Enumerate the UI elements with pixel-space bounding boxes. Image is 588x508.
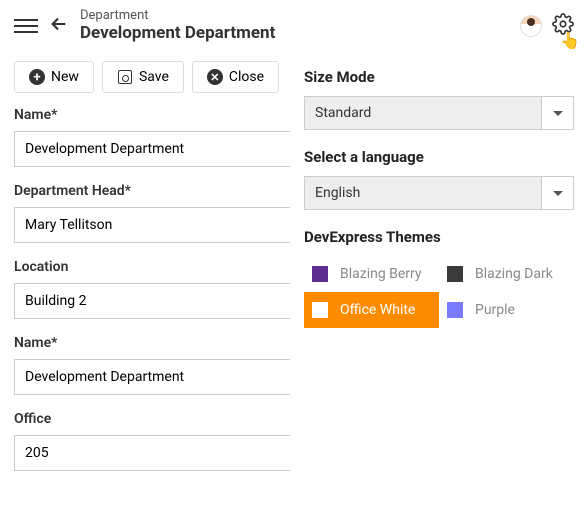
size-mode-value[interactable]: Standard bbox=[304, 96, 542, 130]
theme-office-white[interactable]: Office White bbox=[304, 292, 439, 328]
menu-button[interactable] bbox=[14, 14, 38, 38]
close-icon: ✕ bbox=[207, 69, 223, 85]
theme-purple[interactable]: Purple bbox=[439, 292, 574, 328]
plus-icon: + bbox=[29, 69, 45, 85]
page-title: Development Department bbox=[80, 23, 510, 43]
settings-gear-icon[interactable]: 👆 bbox=[552, 13, 574, 39]
swatch-icon bbox=[447, 266, 463, 282]
avatar[interactable] bbox=[520, 15, 542, 37]
swatch-icon bbox=[312, 266, 328, 282]
title-block: Department Development Department bbox=[80, 8, 510, 43]
themes-title: DevExpress Themes bbox=[304, 228, 574, 246]
size-mode-title: Size Mode bbox=[304, 68, 574, 86]
swatch-icon bbox=[312, 302, 328, 318]
save-icon bbox=[117, 69, 133, 85]
breadcrumb: Department bbox=[80, 8, 510, 23]
size-mode-dropdown-button[interactable] bbox=[542, 96, 574, 130]
swatch-icon bbox=[447, 302, 463, 318]
language-title: Select a language bbox=[304, 148, 574, 166]
new-button[interactable]: +New bbox=[14, 61, 94, 93]
theme-blazing-dark[interactable]: Blazing Dark bbox=[439, 256, 574, 292]
save-button[interactable]: Save bbox=[102, 61, 184, 93]
language-dropdown-button[interactable] bbox=[542, 176, 574, 210]
theme-blazing-berry[interactable]: Blazing Berry bbox=[304, 256, 439, 292]
language-value[interactable]: English bbox=[304, 176, 542, 210]
close-button[interactable]: ✕Close bbox=[192, 61, 279, 93]
back-arrow[interactable] bbox=[48, 13, 70, 39]
settings-panel: Size Mode Standard Select a language Eng… bbox=[290, 54, 588, 508]
